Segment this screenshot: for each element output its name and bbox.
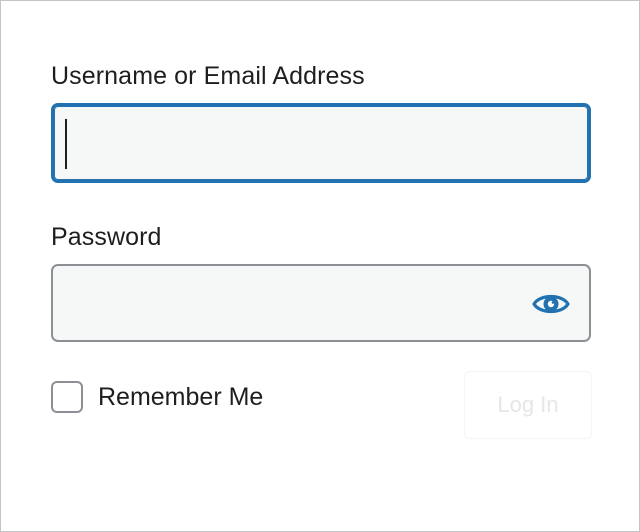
password-input[interactable] <box>53 266 589 340</box>
log-in-button[interactable]: Log In <box>464 371 592 439</box>
password-label: Password <box>51 223 162 251</box>
username-field-wrapper <box>51 103 591 183</box>
username-input[interactable] <box>54 106 588 180</box>
login-form: Username or Email Address Password Remem… <box>0 0 640 532</box>
text-caret <box>65 119 67 169</box>
username-label: Username or Email Address <box>51 62 365 90</box>
remember-me-label[interactable]: Remember Me <box>98 382 263 412</box>
eye-icon <box>532 294 570 314</box>
password-field-wrapper <box>51 264 591 342</box>
remember-me-checkbox[interactable] <box>51 381 83 413</box>
show-password-button[interactable] <box>531 287 571 321</box>
